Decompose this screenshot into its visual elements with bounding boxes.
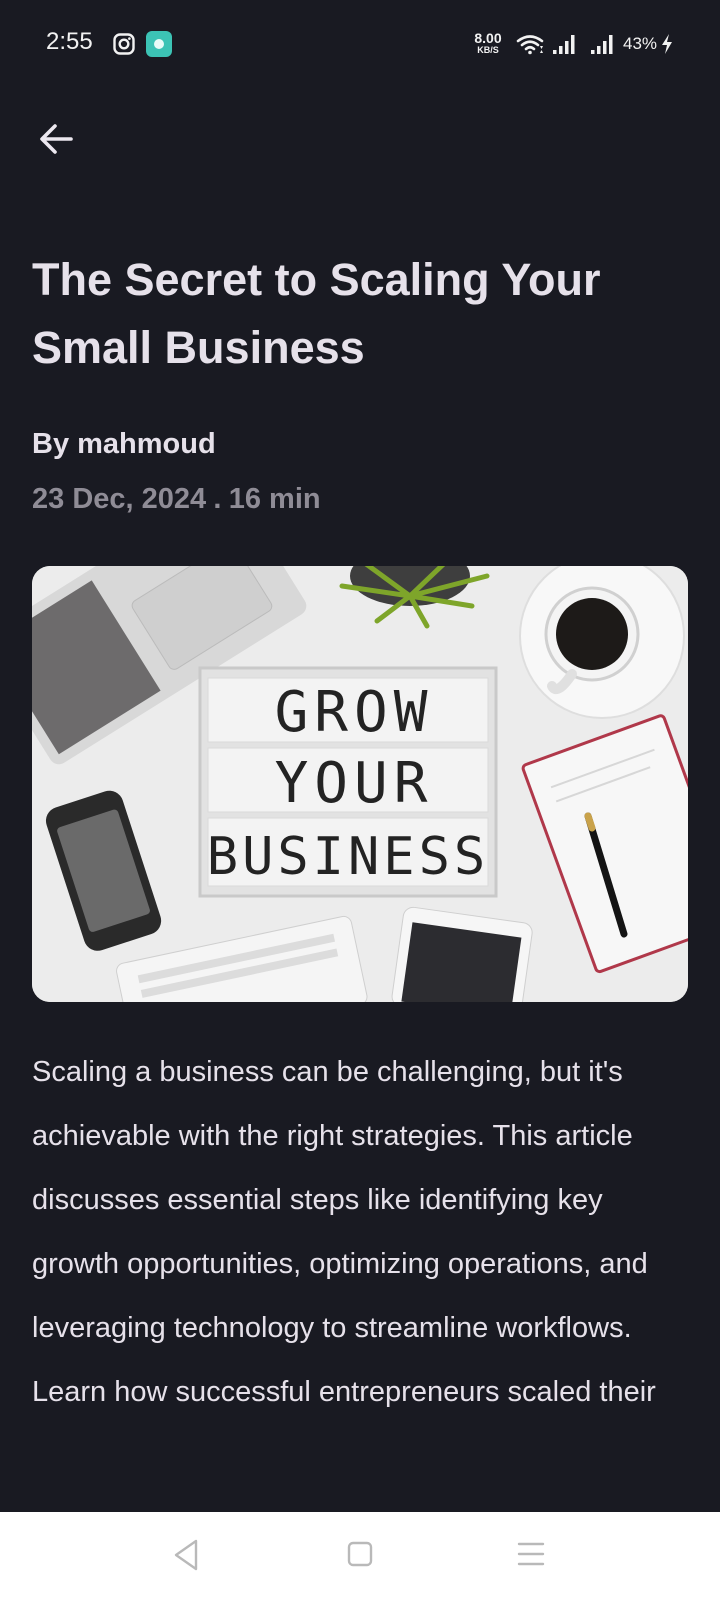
battery-percentage: 43% (623, 34, 658, 53)
sign-line-3: BUSINESS (207, 827, 489, 887)
home-square-icon[interactable] (346, 1538, 374, 1570)
article-meta: 23 Dec, 2024. 16 min (32, 483, 321, 516)
signal-icon (591, 35, 613, 54)
article-author: By mahmoud (32, 428, 216, 460)
back-button[interactable] (34, 117, 78, 161)
sign-line-1: GROW (275, 680, 434, 745)
coffee-cup (519, 566, 685, 719)
status-bar: 2:55 8.00 KB/S 43% (0, 0, 720, 88)
net-speed-unit: KB/S (477, 45, 499, 55)
net-speed-value: 8.00 (474, 30, 502, 46)
article-body: Scaling a business can be challenging, b… (32, 1056, 656, 1408)
menu-lines-icon[interactable] (516, 1540, 546, 1568)
light-box-sign: GROW YOUR BUSINESS (198, 666, 498, 898)
wifi-icon (516, 35, 544, 55)
signal-icon (553, 35, 575, 54)
meta-separator: . (213, 483, 222, 515)
back-triangle-icon[interactable] (170, 1537, 204, 1573)
app-notification-icon (146, 31, 172, 57)
net-speed: 8.00 KB/S (470, 31, 506, 55)
charging-icon (662, 34, 672, 54)
instagram-icon (113, 33, 135, 55)
article-read-time: 16 min (228, 483, 321, 515)
arrow-left-icon (40, 124, 73, 154)
system-nav-bar (0, 1512, 720, 1600)
status-time: 2:55 (46, 28, 93, 55)
article-date: 23 Dec, 2024 (32, 483, 207, 515)
sign-line-2: YOUR (275, 751, 434, 816)
article-hero-image: GROW YOUR BUSINESS (32, 566, 688, 1002)
article-title: The Secret to Scaling Your Small Busines… (32, 254, 601, 373)
